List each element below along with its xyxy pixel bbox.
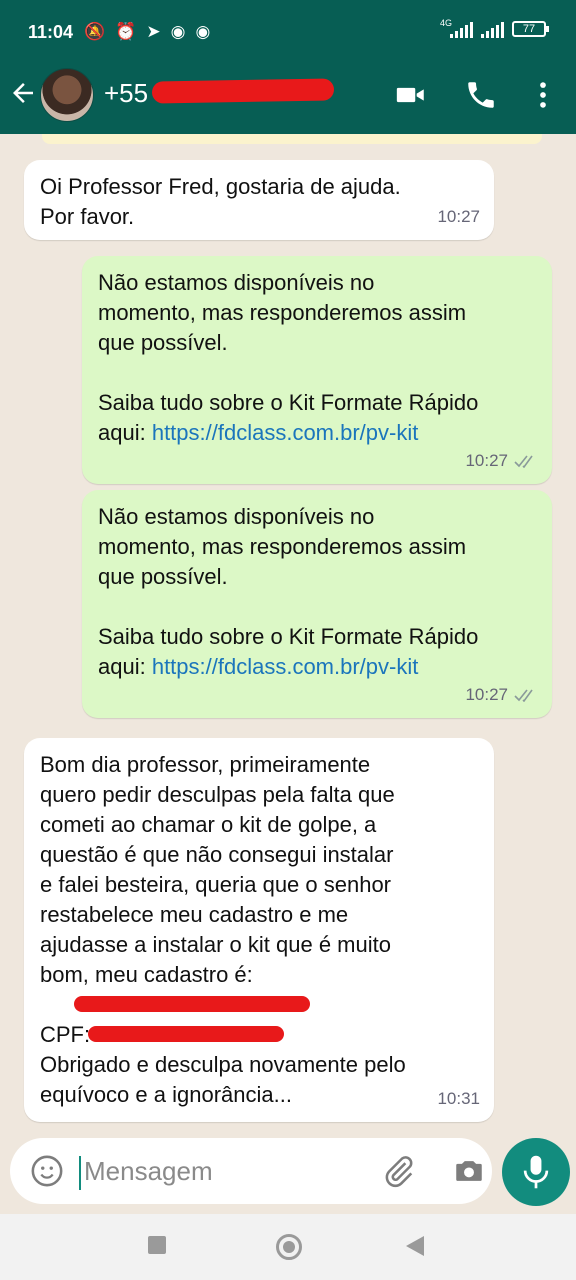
signal-icon	[481, 20, 504, 38]
status-time: 11:04	[28, 22, 74, 42]
attach-icon[interactable]	[382, 1154, 416, 1188]
message-text: Não estamos disponíveis no	[98, 504, 375, 529]
double-check-icon	[514, 455, 533, 468]
app-icon: ◉	[170, 22, 186, 41]
message-text: Não estamos disponíveis no	[98, 270, 375, 295]
message-text: aqui:	[98, 420, 152, 445]
system-icons: 4G 77	[440, 18, 549, 38]
message-text: equívoco e a ignorância...	[40, 1082, 292, 1107]
chat-header: +55	[0, 64, 576, 134]
message-text: Obrigado e desculpa novamente pelo	[40, 1052, 406, 1077]
double-check-icon	[514, 689, 533, 702]
message-text: quero pedir desculpas pela falta que	[40, 782, 395, 807]
message-text: Por favor.	[40, 204, 135, 229]
system-nav-bar	[0, 1214, 576, 1280]
voice-record-button[interactable]	[502, 1138, 570, 1206]
outgoing-message[interactable]: Não estamos disponíveis no momento, mas …	[82, 256, 552, 484]
outgoing-message[interactable]: Não estamos disponíveis no momento, mas …	[82, 490, 552, 718]
redaction-mark	[74, 996, 310, 1012]
alarm-icon: ⏰	[115, 22, 137, 41]
emoji-icon[interactable]	[30, 1154, 64, 1188]
redaction-mark	[151, 78, 335, 104]
signal-4g-icon: 4G	[440, 18, 473, 38]
message-time: 10:27	[465, 685, 508, 704]
more-options-icon[interactable]	[526, 78, 560, 112]
message-text: CPF:	[40, 1022, 91, 1047]
message-text: e falei besteira, queria que o senhor	[40, 872, 392, 897]
message-text: ajudasse a instalar o kit que é muito	[40, 932, 391, 957]
back-arrow-icon[interactable]	[8, 78, 38, 108]
incoming-message[interactable]: Oi Professor Fred, gostaria de ajuda. Po…	[24, 160, 494, 240]
message-text: aqui:	[98, 654, 152, 679]
video-call-icon[interactable]	[394, 78, 428, 112]
recents-button[interactable]	[148, 1236, 166, 1254]
mic-icon	[523, 1155, 549, 1189]
message-text: restabelece meu cadastro e me	[40, 902, 349, 927]
message-text: cometi ao chamar o kit de golpe, a	[40, 812, 377, 837]
battery-icon: 77	[512, 21, 549, 37]
back-button[interactable]	[406, 1236, 424, 1256]
message-list[interactable]: Oi Professor Fred, gostaria de ajuda. Po…	[0, 134, 576, 1138]
network-type: 4G	[440, 18, 453, 28]
message-text: que possível.	[98, 330, 228, 355]
message-text: questão é que não consegui instalar	[40, 842, 394, 867]
battery-level: 77	[522, 23, 536, 35]
redacted-line	[40, 990, 478, 1020]
message-text: Bom dia professor, primeiramente	[40, 752, 371, 777]
app-icon: ◉	[195, 22, 211, 41]
message-input[interactable]: Mensagem	[84, 1156, 213, 1187]
camera-icon[interactable]	[452, 1154, 486, 1188]
system-message	[42, 134, 542, 144]
message-time: 10:31	[437, 1089, 480, 1108]
message-text: Saiba tudo sobre o Kit Formate Rápido	[98, 624, 479, 649]
home-button[interactable]	[276, 1234, 302, 1260]
telegram-icon: ➤	[146, 22, 161, 41]
message-link[interactable]: https://fdclass.com.br/pv-kit	[152, 420, 419, 445]
message-link[interactable]: https://fdclass.com.br/pv-kit	[152, 654, 419, 679]
contact-name[interactable]: +55	[104, 78, 148, 109]
text-cursor	[79, 1156, 81, 1190]
mute-icon: 🔕	[84, 22, 106, 41]
message-text: Oi Professor Fred, gostaria de ajuda.	[40, 174, 401, 199]
status-bar: 11:04 🔕 ⏰ ➤ ◉ ◉ 4G 77	[0, 0, 576, 64]
message-text: Saiba tudo sobre o Kit Formate Rápido	[98, 390, 479, 415]
message-text: bom, meu cadastro é:	[40, 962, 253, 987]
message-text: momento, mas responderemos assim	[98, 300, 467, 325]
redaction-mark	[88, 1026, 284, 1042]
avatar[interactable]	[40, 68, 94, 122]
message-time: 10:27	[437, 207, 480, 226]
notification-icons: 🔕 ⏰ ➤ ◉ ◉	[84, 22, 210, 42]
voice-call-icon[interactable]	[464, 78, 498, 112]
message-text: que possível.	[98, 564, 228, 589]
message-input-bar[interactable]: Mensagem	[10, 1138, 492, 1204]
message-text: momento, mas responderemos assim	[98, 534, 467, 559]
message-time: 10:27	[465, 451, 508, 470]
incoming-message[interactable]: Bom dia professor, primeiramente quero p…	[24, 738, 494, 1122]
